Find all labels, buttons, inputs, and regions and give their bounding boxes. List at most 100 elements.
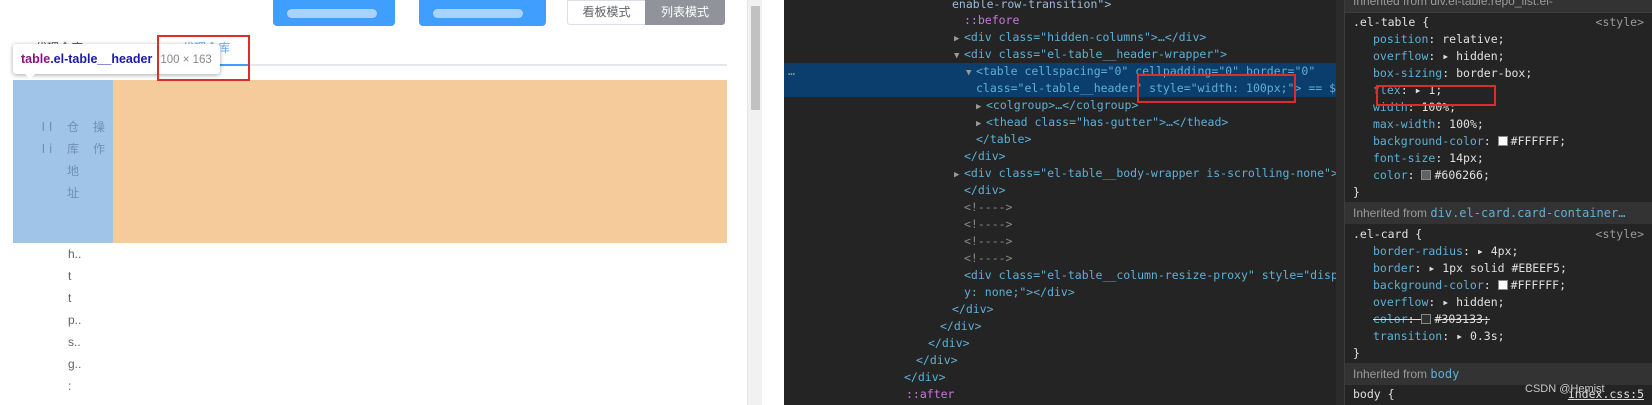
rule-source-link[interactable]: <style> bbox=[1596, 226, 1644, 243]
style-property[interactable]: border-radius: ▸ 4px; bbox=[1373, 243, 1518, 260]
prop-value: ▸ 1px solid #EBEEF5; bbox=[1428, 261, 1567, 275]
board-mode-toggle[interactable]: 看板模式 bbox=[567, 0, 646, 25]
dom-line[interactable]: ▼ <div class="el-table__header-wrapper"> bbox=[954, 46, 1227, 63]
dom-comment: <!----> bbox=[964, 217, 1013, 231]
tooltip-class: .el-table__header bbox=[50, 52, 153, 66]
dom-line[interactable]: ▶ <div class="hidden-columns">…</div> bbox=[954, 29, 1206, 46]
dom-line[interactable]: ::after bbox=[906, 386, 954, 403]
prop-value: ▸ 0.3s; bbox=[1456, 329, 1505, 343]
dom-text: <div class="el-table__column-resize-prox… bbox=[964, 268, 1336, 282]
primary-action-button[interactable] bbox=[273, 0, 395, 26]
prop-name: overflow bbox=[1373, 295, 1429, 309]
rule-close: } bbox=[1353, 346, 1360, 360]
dom-line[interactable]: </div> bbox=[940, 318, 982, 335]
dom-text: </table> bbox=[976, 132, 1032, 146]
prop-name: background-color bbox=[1373, 134, 1484, 148]
selector-text: body { bbox=[1353, 387, 1395, 401]
style-property[interactable]: max-width: 100%; bbox=[1373, 116, 1484, 133]
pane-separator bbox=[1345, 12, 1652, 13]
prop-value: 14px; bbox=[1449, 151, 1484, 165]
table-header-cell: I I I i bbox=[41, 120, 53, 156]
dom-line[interactable]: ▶ <div class="el-table__body-wrapper is-s… bbox=[954, 165, 1336, 182]
color-swatch-icon[interactable] bbox=[1421, 314, 1432, 324]
dom-line[interactable]: <!----> bbox=[964, 250, 1012, 267]
style-property[interactable]: background-color: #FFFFFF; bbox=[1373, 277, 1566, 294]
style-property[interactable]: overflow: ▸ hidden; bbox=[1373, 48, 1505, 65]
dom-text: </div> bbox=[964, 183, 1006, 197]
dom-text: <div class="el-table__body-wrapper is-sc… bbox=[964, 166, 1336, 180]
dom-line[interactable]: </div> bbox=[964, 148, 1006, 165]
prop-value: #303133; bbox=[1434, 312, 1490, 326]
dom-comment: <!----> bbox=[964, 251, 1013, 265]
dom-line[interactable]: ::before bbox=[964, 12, 1019, 29]
color-swatch-icon[interactable] bbox=[1421, 170, 1432, 180]
style-property[interactable]: border: ▸ 1px solid #EBEEF5; bbox=[1373, 260, 1567, 277]
selector-text: .el-table { bbox=[1353, 15, 1430, 29]
dom-line[interactable]: </div> bbox=[916, 352, 958, 369]
page-scrollbar[interactable] bbox=[747, 0, 762, 405]
tooltip-tag: table bbox=[21, 52, 51, 66]
dom-line[interactable]: <div class="el-table__column-resize-prox… bbox=[964, 267, 1336, 284]
prop-value: ▸ hidden; bbox=[1442, 49, 1505, 63]
style-property[interactable]: box-sizing: border-box; bbox=[1373, 65, 1532, 82]
table-cell: s.. bbox=[68, 335, 81, 349]
table-header-cell: 操 作 bbox=[92, 120, 105, 156]
dom-text: <thead class="has-gutter">…</thead> bbox=[986, 115, 1229, 129]
dom-comment: <!----> bbox=[964, 234, 1013, 248]
dom-text: <div class="hidden-columns">…</div> bbox=[964, 30, 1207, 44]
prop-value: ▸ hidden; bbox=[1442, 295, 1505, 309]
dom-text: y: none;"></div> bbox=[964, 285, 1075, 299]
page-scroll-thumb[interactable] bbox=[751, 6, 760, 110]
dom-line[interactable]: <!----> bbox=[964, 233, 1012, 250]
style-property[interactable]: transition: ▸ 0.3s; bbox=[1373, 328, 1505, 345]
prop-name: background-color bbox=[1373, 278, 1484, 292]
style-property[interactable]: overflow: ▸ hidden; bbox=[1373, 294, 1505, 311]
color-swatch-icon[interactable] bbox=[1497, 280, 1508, 290]
style-property[interactable]: background-color: #FFFFFF; bbox=[1373, 133, 1566, 150]
expand-triangle-icon[interactable]: ▶ bbox=[954, 167, 964, 184]
prop-name: border bbox=[1373, 261, 1415, 275]
dom-line[interactable]: </div> bbox=[904, 369, 946, 386]
watermark: CSDN @Hemist bbox=[1525, 383, 1605, 395]
rule-selector[interactable]: .el-card { bbox=[1353, 226, 1422, 243]
dom-text: </div> bbox=[952, 302, 994, 316]
dom-text: </div> bbox=[940, 319, 982, 333]
table-cell: t bbox=[68, 269, 72, 283]
dom-line[interactable]: </div> bbox=[928, 335, 970, 352]
color-swatch-icon[interactable] bbox=[1497, 136, 1508, 146]
list-mode-toggle[interactable]: 列表模式 bbox=[645, 0, 725, 25]
inherited-link[interactable]: body bbox=[1430, 367, 1459, 381]
dom-line[interactable]: y: none;"></div> bbox=[964, 284, 1075, 301]
rule-source-link[interactable]: <style> bbox=[1596, 14, 1644, 31]
table-cell: g.. bbox=[68, 357, 82, 371]
dom-comment: <!----> bbox=[964, 200, 1013, 214]
prop-value: 100%; bbox=[1449, 117, 1484, 131]
dom-line[interactable]: <!----> bbox=[964, 199, 1012, 216]
prop-value: relative; bbox=[1442, 32, 1505, 46]
style-property[interactable]: font-size: 14px; bbox=[1373, 150, 1484, 167]
dom-line[interactable]: <!----> bbox=[964, 216, 1012, 233]
prop-value: border-box; bbox=[1456, 66, 1533, 80]
dom-line[interactable]: ▶ <colgroup>…</colgroup> bbox=[976, 97, 1138, 114]
style-property-overridden[interactable]: color: #303133; bbox=[1373, 311, 1490, 328]
ellipsis-icon[interactable]: … bbox=[788, 63, 795, 80]
rule-selector[interactable]: .el-table { bbox=[1353, 14, 1429, 31]
dom-line[interactable]: </table> bbox=[976, 131, 1031, 148]
prop-name: position bbox=[1373, 32, 1429, 46]
annotation-box-width bbox=[1376, 85, 1496, 106]
dom-line[interactable]: </div> bbox=[964, 182, 1006, 199]
devtools-scrollbar[interactable] bbox=[1336, 0, 1344, 405]
inherited-link[interactable]: div.el-card.card-container… bbox=[1430, 206, 1625, 220]
collapse-triangle-icon[interactable]: ▼ bbox=[966, 65, 976, 82]
dom-text: </div> bbox=[928, 336, 970, 350]
dom-line[interactable]: </div> bbox=[952, 301, 994, 318]
rule-selector[interactable]: body { bbox=[1353, 386, 1395, 403]
prop-name: color bbox=[1373, 312, 1408, 326]
dom-line[interactable]: ▶ <thead class="has-gutter">…</thead> bbox=[976, 114, 1228, 131]
style-property[interactable]: position: relative; bbox=[1373, 31, 1505, 48]
prop-name: transition bbox=[1373, 329, 1443, 343]
panel-divider bbox=[762, 0, 784, 405]
secondary-action-button[interactable] bbox=[419, 0, 546, 26]
inspected-table-header-highlight bbox=[13, 80, 113, 243]
style-property[interactable]: color: #606266; bbox=[1373, 167, 1490, 184]
